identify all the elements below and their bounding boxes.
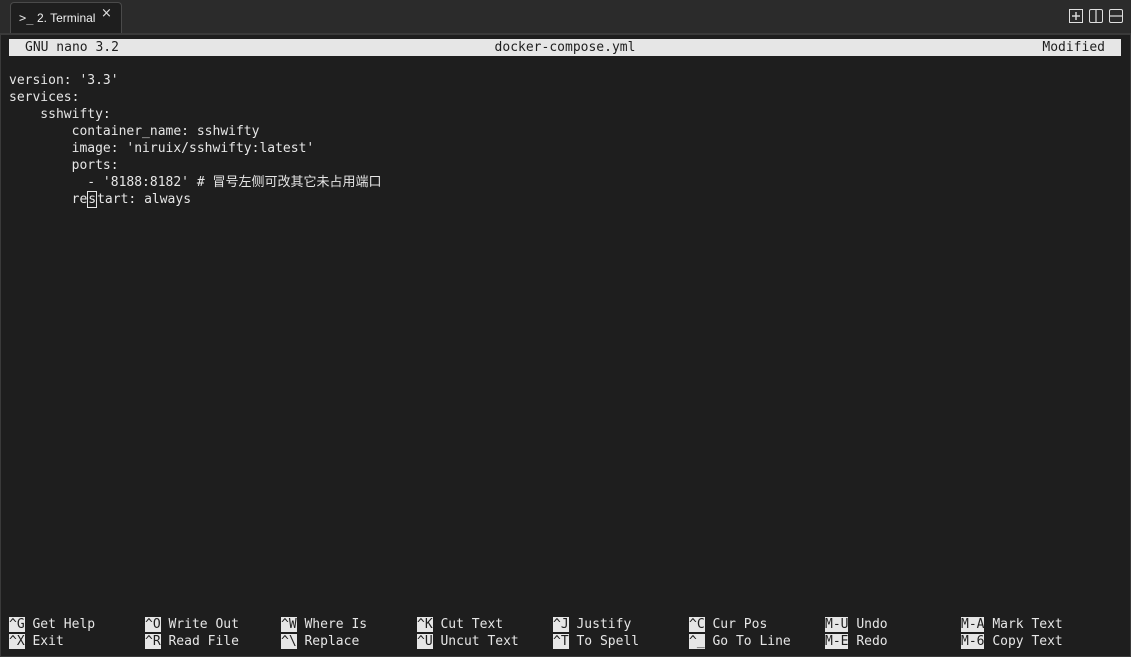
- shortcut-get-help[interactable]: ^G Get Help: [9, 616, 95, 633]
- tab-label: 2. Terminal: [37, 11, 96, 25]
- shortcut-key: M-U: [825, 617, 849, 632]
- shortcut-label: Cur Pos: [712, 617, 768, 632]
- shortcut-go-to-line[interactable]: ^_ Go To Line: [689, 633, 791, 650]
- tab-terminal[interactable]: >_ 2. Terminal ×: [10, 2, 122, 33]
- terminal-prompt-icon: >_: [19, 11, 34, 25]
- shortcut-undo[interactable]: M-U Undo: [825, 616, 888, 633]
- shortcut-where-is[interactable]: ^W Where Is: [281, 616, 367, 633]
- shortcut-cut-text[interactable]: ^K Cut Text: [417, 616, 503, 633]
- tab-bar: >_ 2. Terminal ×: [0, 0, 1131, 34]
- editor-line-cursor: restart: always: [9, 191, 1119, 208]
- editor-line: ports:: [9, 158, 119, 173]
- shortcut-key: ^G: [9, 617, 25, 632]
- modified-status: Modified: [1042, 40, 1105, 55]
- line-text-after-cursor: tart: always: [97, 192, 192, 207]
- split-horizontal-icon[interactable]: [1109, 9, 1123, 23]
- shortcut-write-out[interactable]: ^O Write Out: [145, 616, 239, 633]
- shortcut-key: M-A: [961, 617, 985, 632]
- shortcut-replace[interactable]: ^\ Replace: [281, 633, 359, 650]
- shortcut-key: M-E: [825, 634, 849, 649]
- shortcut-key: ^_: [689, 634, 705, 649]
- shortcut-label: Mark Text: [992, 617, 1063, 632]
- shortcut-key: ^K: [417, 617, 433, 632]
- shortcut-key: ^C: [689, 617, 705, 632]
- terminal-pane[interactable]: GNU nano 3.2 docker-compose.yml Modified…: [0, 34, 1131, 657]
- shortcut-label: Redo: [856, 634, 888, 649]
- new-tab-icon[interactable]: [1069, 9, 1083, 23]
- shortcut-uncut-text[interactable]: ^U Uncut Text: [417, 633, 519, 650]
- shortcut-copy-text[interactable]: M-6 Copy Text: [961, 633, 1063, 650]
- shortcut-redo[interactable]: M-E Redo: [825, 633, 888, 650]
- shortcut-justify[interactable]: ^J Justify: [553, 616, 631, 633]
- shortcut-to-spell[interactable]: ^T To Spell: [553, 633, 639, 650]
- shortcut-read-file[interactable]: ^R Read File: [145, 633, 239, 650]
- split-vertical-icon[interactable]: [1089, 9, 1103, 23]
- shortcut-label: Uncut Text: [440, 634, 519, 649]
- close-icon[interactable]: ×: [101, 7, 112, 21]
- shortcut-label: Exit: [32, 634, 64, 649]
- shortcut-key: ^W: [281, 617, 297, 632]
- shortcut-label: Get Help: [32, 617, 96, 632]
- file-name: docker-compose.yml: [494, 40, 636, 55]
- shortcut-label: Write Out: [168, 617, 239, 632]
- shortcut-label: To Spell: [576, 634, 640, 649]
- shortcut-label: Cut Text: [440, 617, 504, 632]
- editor-line: image: 'niruix/sshwifty:latest': [9, 141, 315, 156]
- shortcut-exit[interactable]: ^X Exit: [9, 633, 64, 650]
- editor-line: version: '3.3': [9, 73, 119, 88]
- shortcut-key: ^T: [553, 634, 569, 649]
- shortcut-mark-text[interactable]: M-A Mark Text: [961, 616, 1063, 633]
- shortcut-label: Justify: [576, 617, 632, 632]
- shortcut-key: ^R: [145, 634, 161, 649]
- shortcut-bar: ^G Get Help ^X Exit ^O Write Out ^R Read…: [9, 616, 1119, 650]
- shortcut-key: ^J: [553, 617, 569, 632]
- editor-line: - '8188:8182' # 冒号左侧可改其它未占用端口: [9, 175, 382, 190]
- shortcut-key: ^O: [145, 617, 161, 632]
- shortcut-key: ^X: [9, 634, 25, 649]
- shortcut-label: Undo: [856, 617, 888, 632]
- shortcut-cur-pos[interactable]: ^C Cur Pos: [689, 616, 767, 633]
- shortcut-label: Replace: [304, 634, 360, 649]
- shortcut-key: ^\: [281, 634, 297, 649]
- editor-text-area[interactable]: version: '3.3' services: sshwifty: conta…: [9, 72, 1119, 208]
- shortcut-label: Read File: [168, 634, 239, 649]
- shortcut-label: Go To Line: [712, 634, 791, 649]
- text-cursor: s: [87, 191, 98, 208]
- shortcut-key: M-6: [961, 634, 985, 649]
- editor-line: container_name: sshwifty: [9, 124, 260, 139]
- shortcut-label: Where Is: [304, 617, 368, 632]
- line-text-before-cursor: re: [9, 192, 88, 207]
- editor-line: services:: [9, 90, 80, 105]
- shortcut-label: Copy Text: [992, 634, 1063, 649]
- nano-title-bar: GNU nano 3.2 docker-compose.yml Modified: [9, 39, 1121, 56]
- editor-line: sshwifty:: [9, 107, 111, 122]
- shortcut-key: ^U: [417, 634, 433, 649]
